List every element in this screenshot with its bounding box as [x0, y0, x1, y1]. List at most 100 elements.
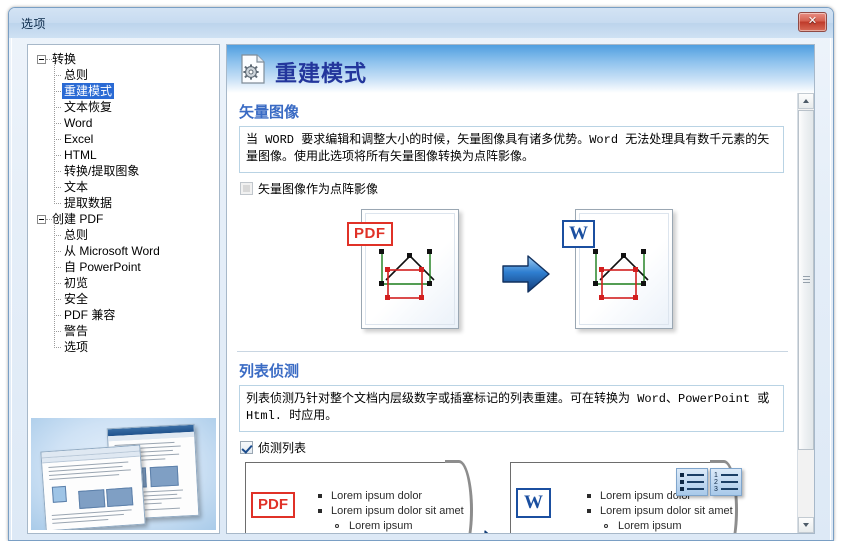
sidebar-item-label: Word — [64, 116, 93, 130]
checkbox-detect-lists[interactable] — [240, 441, 253, 454]
tree-guide-line — [54, 235, 61, 236]
sidebar-item-label: HTML — [64, 148, 97, 162]
sidebar-item-17[interactable]: 警告 — [28, 323, 219, 339]
list-item: Lorem ipsum — [584, 519, 733, 533]
sidebar-item-16[interactable]: PDF 兼容 — [28, 307, 219, 323]
info-text-vector: 当 WORD 要求编辑和调整大小的时候，矢量图像具有诸多优势。Word 无法处理… — [239, 126, 784, 173]
preview-page-front — [42, 456, 145, 530]
sidebar-item-8[interactable]: 文本 — [28, 179, 219, 195]
tree-guide-line — [46, 59, 52, 60]
sidebar-item-label: 总则 — [64, 68, 89, 82]
sidebar-item-label: 转换/提取图象 — [64, 164, 140, 178]
sidebar-item-15[interactable]: 安全 — [28, 291, 219, 307]
source-list: Lorem ipsum dolor Lorem ipsum dolor sit … — [315, 489, 464, 533]
document-preview-thumbnail — [31, 418, 216, 530]
numbered-list-icon[interactable]: 1 2 3 — [710, 468, 742, 496]
dialog-body: 转换 总则 重建模式 文本恢复 Word Excel HTML 转换/提取图象 文本 提取数据 创建… — [15, 39, 827, 537]
sidebar-item-2[interactable]: 重建模式 — [28, 83, 219, 99]
checkbox-label-raster-vector: 矢量图像作为点阵影像 — [258, 182, 379, 196]
sidebar-item-label: 重建模式 — [62, 83, 115, 99]
page-title: 重建模式 — [275, 61, 368, 86]
tree-guide-line — [54, 91, 61, 92]
pdf-badge-source: PDF — [347, 222, 393, 246]
illustration-vector-conversion: PDF W — [227, 201, 798, 341]
sidebar-item-10[interactable]: 创建 PDF — [28, 211, 219, 227]
sidebar-item-6[interactable]: HTML — [28, 147, 219, 163]
list-item: Lorem ipsum dolor — [315, 489, 464, 504]
tree-guide-line — [54, 63, 55, 204]
illustration-source-page: PDF — [347, 209, 459, 329]
tree-guide-line — [46, 219, 52, 220]
word-badge-list: W — [516, 488, 551, 518]
list-item: Lorem ipsum dolor sit amet — [584, 504, 733, 519]
scroll-up-icon[interactable] — [798, 93, 814, 109]
window-title: 选项 — [21, 17, 47, 31]
navigation-tree-panel[interactable]: 转换 总则 重建模式 文本恢复 Word Excel HTML 转换/提取图象 文本 提取数据 创建… — [27, 44, 220, 534]
tree-guide-line — [54, 139, 61, 140]
sidebar-item-11[interactable]: 总则 — [28, 227, 219, 243]
info-text-list: 列表侦测乃针对整个文档内层级数字或插塞标记的列表重建。可在转换为 Word、Po… — [239, 385, 784, 432]
pdf-badge-list: PDF — [251, 492, 295, 518]
section-heading-list: 列表侦测 — [239, 363, 300, 380]
tree-expander-icon[interactable] — [37, 55, 46, 64]
sidebar-item-label: 总则 — [64, 228, 89, 242]
sidebar-item-label: Excel — [64, 132, 94, 146]
scrollbar-thumb[interactable] — [798, 110, 814, 450]
tree-guide-line — [54, 75, 61, 76]
sidebar-item-18[interactable]: 选项 — [28, 339, 219, 355]
tree-guide-line — [54, 171, 61, 172]
sidebar-item-4[interactable]: Word — [28, 115, 219, 131]
tree-guide-line — [54, 331, 61, 332]
sidebar-item-1[interactable]: 总则 — [28, 67, 219, 83]
illustration-target-page: W — [562, 209, 673, 329]
illustration-list-detection: PDF Lorem ipsum dolor Lorem ipsum dolor … — [227, 460, 798, 533]
word-badge-target: W — [562, 220, 595, 248]
tree-guide-line — [54, 315, 61, 316]
sidebar-item-label: 警告 — [64, 324, 89, 338]
content-scrollbar[interactable] — [797, 93, 814, 533]
right-arrow-icon — [500, 253, 552, 295]
list-illustration-target: W Lorem ipsum dolor Lorem ipsum dolor si… — [510, 460, 748, 533]
tree-guide-line — [54, 267, 61, 268]
sidebar-item-9[interactable]: 提取数据 — [28, 195, 219, 211]
checkbox-row-raster-vector[interactable]: 矢量图像作为点阵影像 — [240, 180, 798, 197]
tree-guide-line — [54, 251, 61, 252]
preview-window-front — [40, 444, 146, 530]
sidebar-item-label: 创建 PDF — [52, 212, 104, 226]
title-bar: 选项 ✕ — [9, 8, 833, 38]
sidebar-item-label: 文本 — [64, 180, 89, 194]
tree-guide-line — [54, 107, 61, 108]
sidebar-item-label: 自 PowerPoint — [64, 260, 141, 274]
list-number: 3 — [714, 486, 718, 493]
sidebar-item-0[interactable]: 转换 — [28, 51, 219, 67]
sidebar-item-5[interactable]: Excel — [28, 131, 219, 147]
sidebar-item-7[interactable]: 转换/提取图象 — [28, 163, 219, 179]
close-icon: ✕ — [807, 15, 818, 27]
close-button[interactable]: ✕ — [798, 12, 827, 32]
bulleted-list-icon[interactable] — [676, 468, 708, 496]
content-header: 重建模式 — [227, 45, 814, 93]
content-panel: 重建模式 矢量图像 当 WORD 要求编辑和调整大小的时候，矢量图像具有诸多优势… — [226, 44, 815, 534]
section-divider — [237, 351, 788, 352]
tree-guide-line — [54, 187, 61, 188]
list-item: Lorem ipsum dolor sit amet — [315, 504, 464, 519]
sidebar-item-label: 初览 — [64, 276, 89, 290]
navigation-tree[interactable]: 转换 总则 重建模式 文本恢复 Word Excel HTML 转换/提取图象 文本 提取数据 创建… — [28, 51, 219, 355]
tree-guide-line — [54, 203, 61, 204]
options-dialog: 选项 ✕ 转换 总则 重建模式 文本恢复 Word Excel HTML 转换/提取图象 文本提… — [8, 7, 834, 541]
tree-guide-line — [54, 223, 55, 348]
checkbox-row-detect-lists[interactable]: 侦测列表 — [240, 439, 798, 456]
list-item: Lorem ipsum — [315, 519, 464, 533]
sidebar-item-12[interactable]: 从 Microsoft Word — [28, 243, 219, 259]
sidebar-item-14[interactable]: 初览 — [28, 275, 219, 291]
scroll-down-icon[interactable] — [798, 517, 814, 533]
sidebar-item-label: 安全 — [64, 292, 89, 306]
sidebar-item-3[interactable]: 文本恢复 — [28, 99, 219, 115]
sidebar-item-13[interactable]: 自 PowerPoint — [28, 259, 219, 275]
page-gear-icon — [240, 54, 266, 84]
tree-expander-icon[interactable] — [37, 215, 46, 224]
sidebar-item-label: PDF 兼容 — [64, 308, 116, 322]
list-number: 1 — [714, 472, 718, 479]
tree-guide-line — [54, 283, 61, 284]
checkbox-raster-vector[interactable] — [240, 182, 253, 195]
